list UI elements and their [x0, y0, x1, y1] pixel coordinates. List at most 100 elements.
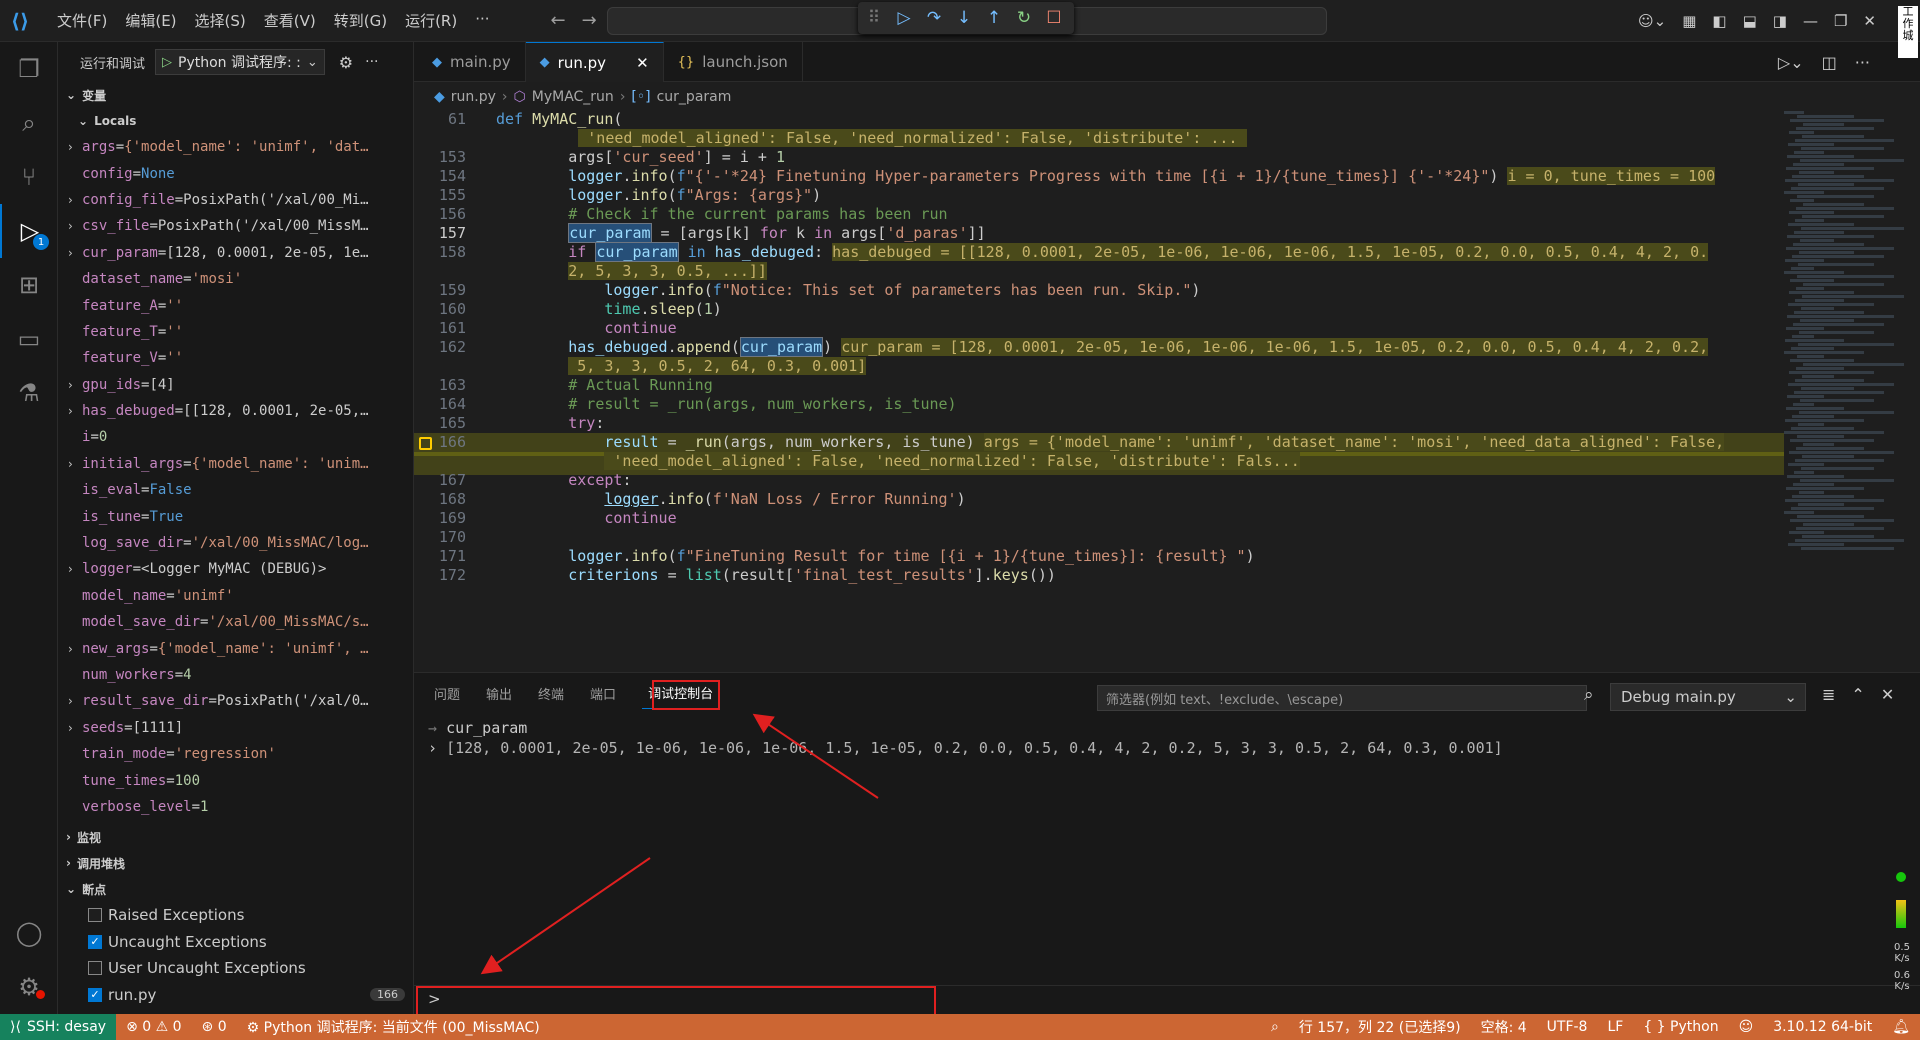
variable-row[interactable]: › new_args = {'model_name': 'unimf', … — [58, 635, 413, 661]
breadcrumb-file[interactable]: run.py — [451, 89, 496, 105]
step-into-icon[interactable]: ↓ — [954, 8, 974, 28]
variable-row[interactable]: › result_save_dir = PosixPath('/xal/0… — [58, 688, 413, 714]
variable-row[interactable]: config = None — [58, 160, 413, 186]
variable-row[interactable]: › initial_args = {'model_name': 'unim… — [58, 451, 413, 477]
breadcrumb-variable[interactable]: cur_param — [657, 89, 732, 105]
remote-explorer-icon[interactable]: ▭ — [0, 312, 58, 366]
language-mode[interactable]: { } Python — [1633, 1019, 1728, 1035]
variable-row[interactable]: model_name = 'unimf' — [58, 583, 413, 609]
chevron-right-icon[interactable]: › — [428, 739, 446, 757]
variable-row[interactable]: dataset_name = 'mosi' — [58, 266, 413, 292]
menu-more[interactable]: ··· — [466, 10, 498, 31]
variable-row[interactable]: log_save_dir = '/xal/00_MissMAC/log… — [58, 530, 413, 556]
chevron-right-icon[interactable]: › — [68, 694, 82, 708]
tab-output[interactable]: 输出 — [486, 684, 512, 703]
search-icon[interactable]: ⌕ — [1584, 685, 1594, 705]
menu-file[interactable]: 文件(F) — [48, 10, 116, 31]
tab-launch-json[interactable]: {} launch.json — [664, 42, 803, 82]
breakpoint-item[interactable]: ✓ run.py 166 — [36, 981, 413, 1007]
continue-icon[interactable]: ▷ — [894, 8, 914, 28]
chevron-right-icon[interactable]: › — [68, 193, 82, 207]
run-debug-icon[interactable]: ▷ 1 — [0, 204, 58, 258]
menu-run[interactable]: 运行(R) — [396, 10, 466, 31]
settings-gear-icon[interactable]: ⚙ — [0, 960, 58, 1014]
menu-edit[interactable]: 编辑(E) — [116, 10, 185, 31]
more-actions-icon[interactable]: ··· — [365, 54, 378, 70]
cursor-position[interactable]: 行 157，列 22 (已选择9) — [1289, 1017, 1471, 1037]
variable-row[interactable]: train_mode = 'regression' — [58, 741, 413, 767]
chevron-right-icon[interactable]: › — [68, 457, 82, 471]
variable-row[interactable]: feature_T = '' — [58, 319, 413, 345]
variable-row[interactable]: › csv_file = PosixPath('/xal/00_MissM… — [58, 213, 413, 239]
close-window-icon[interactable]: ✕ — [1863, 12, 1876, 30]
ports-indicator[interactable]: ⊛ 0 — [192, 1019, 237, 1035]
chevron-right-icon[interactable]: › — [68, 246, 82, 260]
launch-config-select[interactable]: ▷ Python 调试程序: : ⌄ — [155, 49, 325, 75]
toggle-sidebar-icon[interactable]: ◧ — [1712, 12, 1726, 30]
tab-problems[interactable]: 问题 — [434, 684, 460, 703]
variable-row[interactable]: › config_file = PosixPath('/xal/00_Mi… — [58, 187, 413, 213]
extensions-icon[interactable]: ⊞ — [0, 258, 58, 312]
menu-selection[interactable]: 选择(S) — [186, 10, 255, 31]
tab-run-py[interactable]: ◆ run.py ✕ — [525, 42, 664, 82]
testing-icon[interactable]: ⚗ — [0, 366, 58, 420]
explorer-icon[interactable]: ❐ — [0, 42, 58, 96]
variable-row[interactable]: is_tune = True — [58, 503, 413, 529]
restore-icon[interactable]: ❐ — [1834, 12, 1847, 30]
chevron-right-icon[interactable]: › — [68, 404, 82, 418]
step-out-icon[interactable]: ↑ — [984, 8, 1004, 28]
breakpoint-item[interactable]: Raised Exceptions — [58, 902, 413, 928]
indentation[interactable]: 空格: 4 — [1471, 1017, 1537, 1037]
variable-row[interactable]: › seeds = [1111] — [58, 715, 413, 741]
variable-row[interactable]: feature_A = '' — [58, 292, 413, 318]
locals-scope-header[interactable]: ⌄ Locals — [58, 108, 413, 134]
tab-ports[interactable]: 端口 — [590, 684, 616, 703]
breakpoints-section-header[interactable]: ⌄ 断点 — [58, 876, 413, 902]
breadcrumb-function[interactable]: MyMAC_run — [532, 89, 614, 105]
variable-row[interactable]: num_workers = 4 — [58, 662, 413, 688]
clear-console-icon[interactable]: ≣ — [1822, 685, 1835, 704]
breakpoint-item[interactable]: ✓ Uncaught Exceptions — [58, 929, 413, 955]
split-editor-icon[interactable]: ◫ — [1822, 53, 1837, 72]
start-debug-icon[interactable]: ▷ — [162, 55, 172, 70]
end-of-line[interactable]: LF — [1597, 1019, 1633, 1035]
variable-row[interactable]: › logger = <Logger MyMAC (DEBUG)> — [58, 556, 413, 582]
chevron-right-icon[interactable]: › — [68, 378, 82, 392]
gear-icon[interactable]: ⚙ — [339, 53, 353, 72]
debug-status[interactable]: ⚙ Python 调试程序: 当前文件 (00_MissMAC) — [237, 1017, 550, 1037]
forward-arrow-icon[interactable]: → — [582, 10, 597, 31]
encoding[interactable]: UTF-8 — [1537, 1019, 1598, 1035]
more-actions-icon[interactable]: ··· — [1855, 53, 1870, 72]
breakpoint-item[interactable]: User Uncaught Exceptions — [58, 955, 413, 981]
maximize-panel-icon[interactable]: ⌃ — [1851, 685, 1864, 704]
minimap[interactable] — [1784, 110, 1904, 670]
variable-row[interactable]: feature_V = '' — [58, 345, 413, 371]
back-arrow-icon[interactable]: ← — [551, 10, 566, 31]
variable-row[interactable]: tune_times = 100 — [58, 767, 413, 793]
search-icon[interactable]: ⌕ — [0, 96, 58, 150]
breakpoint-checkbox[interactable]: ✓ — [88, 934, 102, 949]
source-control-icon[interactable]: ⑂ — [0, 150, 58, 204]
code-editor[interactable]: 61 def MyMAC_run( 'need_model_aligned': F… — [414, 110, 1784, 672]
toggle-secondary-sidebar-icon[interactable]: ◨ — [1773, 12, 1787, 30]
copilot-status-icon[interactable]: ☺ — [1729, 1019, 1764, 1035]
stop-icon[interactable]: ☐ — [1044, 8, 1064, 28]
chevron-right-icon[interactable]: › — [68, 642, 82, 656]
menu-go[interactable]: 转到(G) — [325, 10, 396, 31]
restart-icon[interactable]: ↻ — [1014, 8, 1034, 28]
problems-count[interactable]: ⊗ 0 ⚠ 0 — [116, 1019, 191, 1035]
close-tab-icon[interactable]: ✕ — [636, 54, 649, 72]
minimize-icon[interactable]: — — [1803, 12, 1818, 30]
toggle-panel-icon[interactable]: ⬓ — [1743, 12, 1757, 30]
console-result[interactable]: › [128, 0.0001, 2e-05, 1e-06, 1e-06, 1e-… — [428, 739, 1503, 757]
variable-row[interactable]: verbose_level = 1 — [58, 794, 413, 820]
python-interpreter[interactable]: 3.10.12 64-bit — [1763, 1019, 1882, 1035]
variable-row[interactable]: › args = {'model_name': 'unimf', 'dat… — [58, 134, 413, 160]
debug-console-filter[interactable]: 筛选器(例如 text、!exclude、\escape) — [1097, 685, 1587, 711]
chevron-right-icon[interactable]: › — [68, 721, 82, 735]
drag-handle-icon[interactable]: ⠿ — [864, 8, 884, 28]
remote-indicator[interactable]: ⟩⟨ SSH: desay — [0, 1014, 117, 1040]
copilot-icon[interactable]: ☺⌄ — [1638, 12, 1666, 30]
run-python-file-icon[interactable]: ▷⌄ — [1778, 53, 1804, 72]
zoom-icon[interactable]: ⌕ — [1261, 1019, 1289, 1035]
